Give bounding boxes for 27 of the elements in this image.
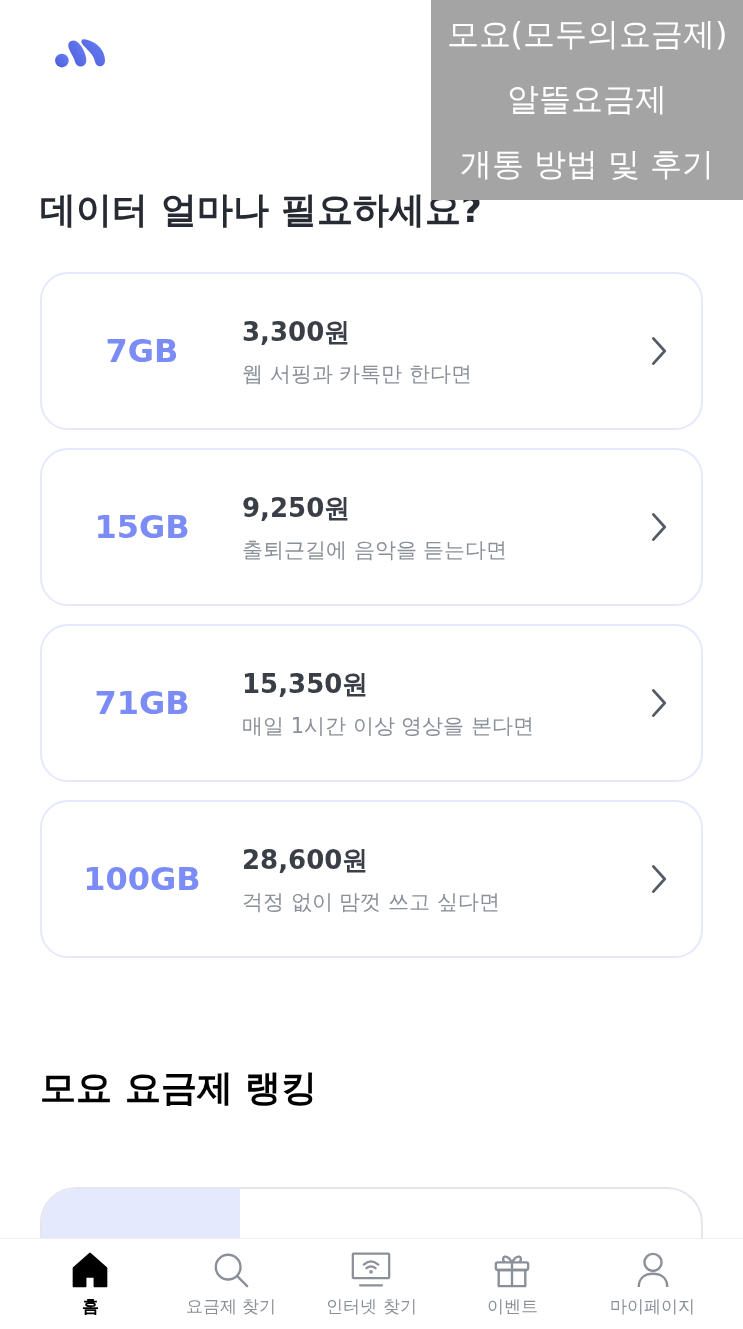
caption-line: 모요(모두의요금제) [446, 13, 728, 55]
section-title: 모요 요금제 랭킹 [40, 1066, 318, 1110]
plan-card[interactable]: 15GB 9,250원 출퇴근길에 음악을 듣는다면 [40, 448, 703, 606]
plan-price: 3,300원 [242, 315, 352, 349]
data-amount: 15GB [93, 508, 191, 546]
plan-price: 15,350원 [242, 667, 370, 701]
plan-price: 28,600원 [242, 843, 370, 877]
chevron-right-icon [651, 512, 667, 542]
chevron-right-icon [651, 864, 667, 894]
plan-description: 출퇴근길에 음악을 듣는다면 [242, 536, 509, 564]
plan-price: 9,250원 [242, 491, 352, 525]
chevron-right-icon [651, 688, 667, 718]
plan-card[interactable]: 100GB 28,600원 걱정 없이 맘껏 쓰고 싶다면 [40, 800, 703, 958]
plan-description: 웹 서핑과 카톡만 한다면 [242, 360, 474, 388]
nav-tab[interactable]: 홈 [25, 1239, 156, 1329]
data-amount: 71GB [93, 684, 191, 722]
chevron-right-icon [651, 336, 667, 366]
plan-description: 걱정 없이 맘껏 쓰고 싶다면 [242, 888, 501, 916]
plan-card[interactable]: 71GB 15,350원 매일 1시간 이상 영상을 본다면 [40, 624, 703, 782]
monitor-wifi-icon [351, 1250, 392, 1289]
plan-description: 매일 1시간 이상 영상을 본다면 [242, 712, 536, 740]
caption-line: 알뜰요금제 [507, 79, 667, 120]
data-amount: 100GB [82, 860, 202, 898]
plan-card[interactable]: 7GB 3,300원 웹 서핑과 카톡만 한다면 [40, 272, 703, 430]
caption-line: 개통 방법 및 후기 [459, 144, 715, 186]
section-title: 데이터 얼마나 필요하세요? [40, 188, 482, 232]
data-amount: 7GB [104, 332, 180, 370]
